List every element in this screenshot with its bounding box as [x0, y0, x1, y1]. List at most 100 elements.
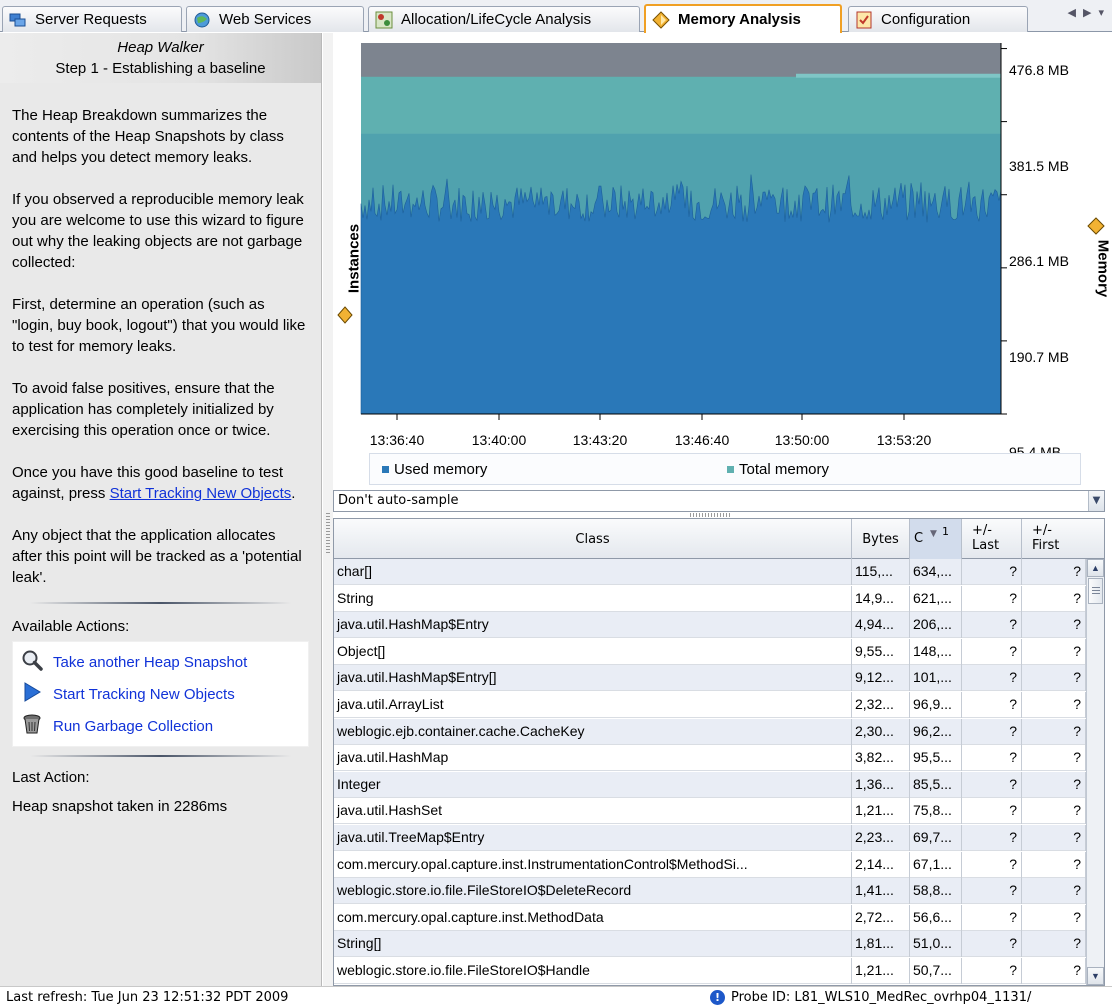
legend-label: Total memory	[739, 461, 830, 478]
table-cell: ?	[1022, 718, 1086, 745]
web-services-icon	[193, 11, 211, 29]
x-tick-label: 13:53:20	[876, 432, 932, 448]
y-tick-label: 190.7 MB	[1009, 349, 1069, 365]
table-cell: com.mercury.opal.capture.inst.MethodData	[334, 904, 852, 931]
instances-axis-toggle-icon[interactable]	[337, 306, 353, 327]
instruction-text: The Heap Breakdown summarizes the conten…	[12, 107, 284, 166]
available-actions-list: Take another Heap Snapshot Start Trackin…	[12, 641, 309, 747]
column-label: Bytes	[862, 531, 899, 547]
table-row[interactable]: weblogic.ejb.container.cache.CacheKey 2,3…	[334, 718, 1086, 745]
table-row[interactable]: com.mercury.opal.capture.inst.Instrument…	[334, 851, 1086, 878]
status-bar: Last refresh: Tue Jun 23 12:51:32 PDT 20…	[0, 986, 1112, 1008]
take-heap-snapshot-action[interactable]: Take another Heap Snapshot	[21, 646, 300, 678]
table-row[interactable]: char[] 115,... 634,...??	[334, 559, 1086, 585]
table-cell: 58,8...	[910, 878, 962, 905]
table-cell: 621,...	[910, 585, 962, 612]
table-cell: 56,6...	[910, 904, 962, 931]
table-cell: ?	[962, 931, 1022, 958]
table-cell: java.util.HashMap	[334, 745, 852, 772]
legend-total-memory[interactable]: Total memory	[727, 461, 829, 478]
run-garbage-collection-action[interactable]: Run Garbage Collection	[21, 710, 300, 742]
tab-configuration[interactable]: Configuration	[848, 6, 1028, 32]
table-cell: 1,81...	[852, 931, 910, 958]
legend-used-memory[interactable]: Used memory	[382, 461, 487, 478]
available-actions-title: Available Actions:	[12, 618, 130, 635]
chevron-down-icon[interactable]: ▼	[1088, 491, 1104, 511]
start-tracking-link[interactable]: Start Tracking New Objects	[110, 485, 292, 502]
memory-analysis-icon	[652, 10, 670, 29]
table-cell: ?	[1022, 692, 1086, 718]
table-cell: ?	[1022, 665, 1086, 692]
configuration-icon	[855, 11, 873, 29]
table-cell: ?	[1022, 931, 1086, 958]
table-cell: ?	[962, 718, 1022, 745]
table-row[interactable]: com.mercury.opal.capture.inst.MethodData…	[334, 904, 1086, 931]
instruction-text: Any object that the application allocate…	[12, 527, 302, 586]
vertical-splitter[interactable]	[323, 33, 333, 986]
column-header-last[interactable]: +/- Last	[962, 519, 1022, 559]
table-cell: ?	[962, 559, 1022, 585]
scroll-up-icon[interactable]: ▲	[1087, 559, 1104, 577]
table-row[interactable]: java.util.HashMap$Entry 4,94... 206,...??	[334, 612, 1086, 639]
scrollbar-thumb[interactable]	[1088, 578, 1103, 604]
table-cell: ?	[1022, 851, 1086, 878]
table-row[interactable]: java.util.TreeMap$Entry 2,23... 69,7...??	[334, 825, 1086, 851]
action-label: Take another Heap Snapshot	[53, 653, 248, 671]
table-cell: ?	[1022, 638, 1086, 665]
tab-web-services[interactable]: Web Services	[186, 6, 364, 32]
trash-can-icon	[21, 713, 43, 739]
table-row[interactable]: Integer 1,36... 85,5...??	[334, 771, 1086, 798]
table-cell: 148,...	[910, 638, 962, 665]
column-header-bytes[interactable]: Bytes	[852, 519, 910, 559]
table-row[interactable]: java.util.HashSet 1,21... 75,8...??	[334, 798, 1086, 825]
start-tracking-action[interactable]: Start Tracking New Objects	[21, 678, 300, 710]
table-cell: 51,0...	[910, 931, 962, 958]
table-cell: 2,32...	[852, 692, 910, 718]
tab-label: Web Services	[219, 11, 312, 28]
column-header-count[interactable]: C ▼ 1	[910, 519, 962, 559]
table-scrollbar[interactable]: ▲ ▼	[1086, 559, 1104, 985]
tab-server-requests[interactable]: Server Requests	[2, 6, 182, 32]
table-cell: java.util.ArrayList	[334, 692, 852, 718]
table-cell: 3,82...	[852, 745, 910, 772]
tab-memory-analysis[interactable]: Memory Analysis	[644, 4, 842, 33]
column-label: +/-	[1032, 523, 1052, 538]
horizontal-splitter-grip[interactable]	[690, 513, 730, 517]
table-cell: 2,14...	[852, 851, 910, 878]
table-cell: 2,72...	[852, 904, 910, 931]
auto-sample-select[interactable]: Don't auto-sample ▼	[333, 490, 1105, 512]
legend-swatch	[727, 466, 734, 473]
table-cell: ?	[1022, 771, 1086, 798]
table-row[interactable]: Object[] 9,55... 148,...??	[334, 638, 1086, 665]
info-icon: !	[710, 990, 725, 1005]
table-cell: ?	[962, 825, 1022, 851]
tab-bar: Server Requests Web Services Allocation/…	[0, 0, 1112, 33]
table-cell: 206,...	[910, 612, 962, 639]
splitter-grip[interactable]	[326, 513, 330, 553]
magnifier-icon	[21, 649, 43, 675]
server-requests-icon	[9, 11, 27, 29]
table-row[interactable]: String[] 1,81... 51,0...??	[334, 931, 1086, 958]
table-row[interactable]: weblogic.store.io.file.FileStoreIO$Delet…	[334, 878, 1086, 905]
table-row[interactable]: java.util.HashMap$Entry[] 9,12... 101,...?…	[334, 665, 1086, 692]
column-header-first[interactable]: +/- First	[1022, 519, 1104, 559]
tab-allocation-lifecycle[interactable]: Allocation/LifeCycle Analysis	[368, 6, 640, 32]
table-cell: ?	[1022, 878, 1086, 905]
table-cell: weblogic.store.io.file.FileStoreIO$Delet…	[334, 878, 852, 905]
table-cell: com.mercury.opal.capture.inst.Instrument…	[334, 851, 852, 878]
instruction-text: First, determine an operation (such as "…	[12, 296, 306, 355]
table-cell: 634,...	[910, 559, 962, 585]
x-tick-label: 13:46:40	[674, 432, 730, 448]
table-row[interactable]: weblogic.store.io.file.FileStoreIO$Handl…	[334, 958, 1086, 984]
table-row[interactable]: java.util.ArrayList 2,32... 96,9...??	[334, 692, 1086, 718]
scroll-down-icon[interactable]: ▼	[1087, 967, 1104, 985]
memory-axis-toggle-icon[interactable]	[1087, 217, 1105, 238]
tab-scroll-arrows-icon[interactable]: ◀ ▶ ▾	[1067, 6, 1106, 19]
probe-id: ! Probe ID: L81_WLS10_MedRec_ovrhp04_113…	[710, 987, 1031, 1008]
table-cell: ?	[1022, 904, 1086, 931]
table-cell: ?	[962, 958, 1022, 984]
column-header-class[interactable]: Class	[334, 519, 852, 559]
table-cell: ?	[962, 798, 1022, 825]
table-row[interactable]: java.util.HashMap 3,82... 95,5...??	[334, 745, 1086, 772]
table-row[interactable]: String 14,9... 621,...??	[334, 585, 1086, 612]
